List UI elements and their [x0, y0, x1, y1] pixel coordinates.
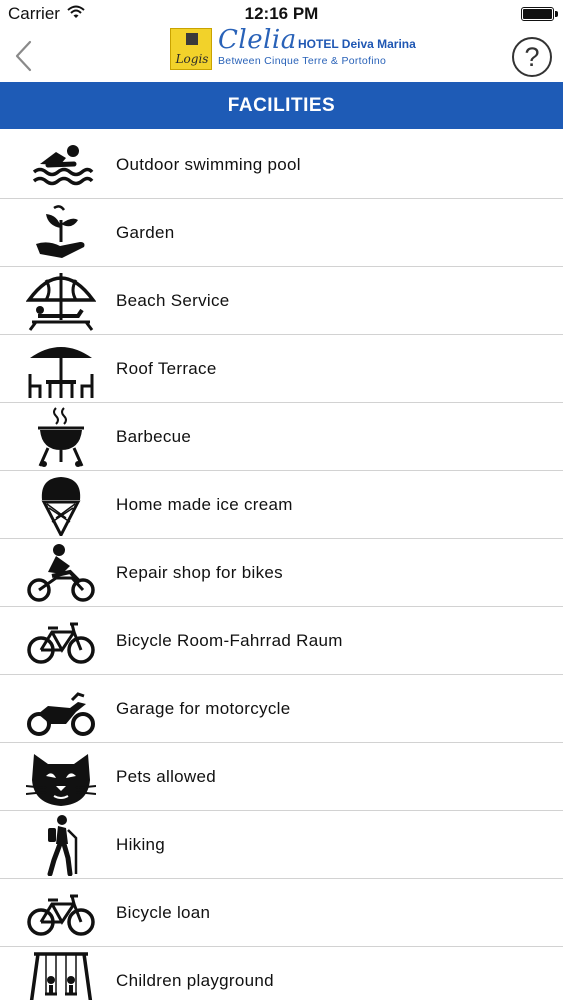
battery-nub	[555, 11, 558, 17]
list-item-label: Home made ice cream	[116, 495, 293, 514]
battery-icon	[521, 7, 554, 21]
swimmer-icon	[26, 134, 96, 196]
nav-bar: Logis Clelia HOTEL Deiva Marina Between …	[0, 25, 563, 82]
list-item-label: Bicycle Room-Fahrrad Raum	[116, 631, 343, 650]
list-item[interactable]: Pets allowed	[0, 743, 563, 811]
list-item[interactable]: Children playground	[0, 947, 563, 1000]
motorcycle-icon	[26, 678, 96, 740]
hiker-icon	[26, 814, 96, 876]
list-item-label: Children playground	[116, 971, 274, 990]
hotel-logo: Logis Clelia HOTEL Deiva Marina Between …	[170, 25, 416, 76]
logis-badge: Logis	[170, 28, 212, 70]
logo-hotel-name: HOTEL Deiva Marina	[298, 37, 416, 51]
list-item[interactable]: Bicycle Room-Fahrrad Raum	[0, 607, 563, 675]
bicycle-icon	[26, 610, 96, 672]
list-item[interactable]: Home made ice cream	[0, 471, 563, 539]
list-item[interactable]: Beach Service	[0, 267, 563, 335]
barbecue-grill-icon	[26, 406, 96, 468]
beach-umbrella-icon	[26, 270, 96, 332]
status-bar: Carrier 12:16 PM	[0, 0, 563, 28]
cat-face-icon	[26, 746, 96, 808]
list-item-label: Garage for motorcycle	[116, 699, 291, 718]
page-title: FACILITIES	[0, 82, 563, 129]
list-item[interactable]: Garden	[0, 199, 563, 267]
list-item-label: Beach Service	[116, 291, 230, 310]
terrace-table-icon	[26, 338, 96, 400]
list-item-label: Garden	[116, 223, 175, 242]
list-item[interactable]: Repair shop for bikes	[0, 539, 563, 607]
bicycle-icon	[26, 882, 96, 944]
facilities-list: Outdoor swimming pool Garden Beach Servi…	[0, 131, 563, 1000]
help-button[interactable]: ?	[512, 37, 552, 77]
list-item-label: Pets allowed	[116, 767, 216, 786]
list-item[interactable]: Garage for motorcycle	[0, 675, 563, 743]
logis-mark-icon	[186, 33, 198, 45]
list-item-label: Hiking	[116, 835, 166, 854]
list-item[interactable]: Roof Terrace	[0, 335, 563, 403]
list-item-label: Repair shop for bikes	[116, 563, 283, 582]
swing-set-icon	[26, 950, 96, 1000]
list-item[interactable]: Bicycle loan	[0, 879, 563, 947]
chevron-left-icon[interactable]	[12, 40, 36, 72]
list-item-label: Outdoor swimming pool	[116, 155, 301, 174]
list-item-label: Bicycle loan	[116, 903, 211, 922]
logo-tagline: Between Cinque Terre & Portofino	[218, 55, 387, 67]
clock-label: 12:16 PM	[244, 4, 319, 23]
motocross-rider-icon	[26, 542, 96, 604]
list-item-label: Barbecue	[116, 427, 192, 446]
plant-hand-icon	[26, 202, 96, 264]
list-item-label: Roof Terrace	[116, 359, 217, 378]
logo-script-name: Clelia	[218, 25, 297, 55]
list-item[interactable]: Outdoor swimming pool	[0, 131, 563, 199]
logis-badge-text: Logis	[175, 52, 209, 66]
list-item[interactable]: Hiking	[0, 811, 563, 879]
list-item[interactable]: Barbecue	[0, 403, 563, 471]
ice-cream-cone-icon	[26, 474, 96, 536]
